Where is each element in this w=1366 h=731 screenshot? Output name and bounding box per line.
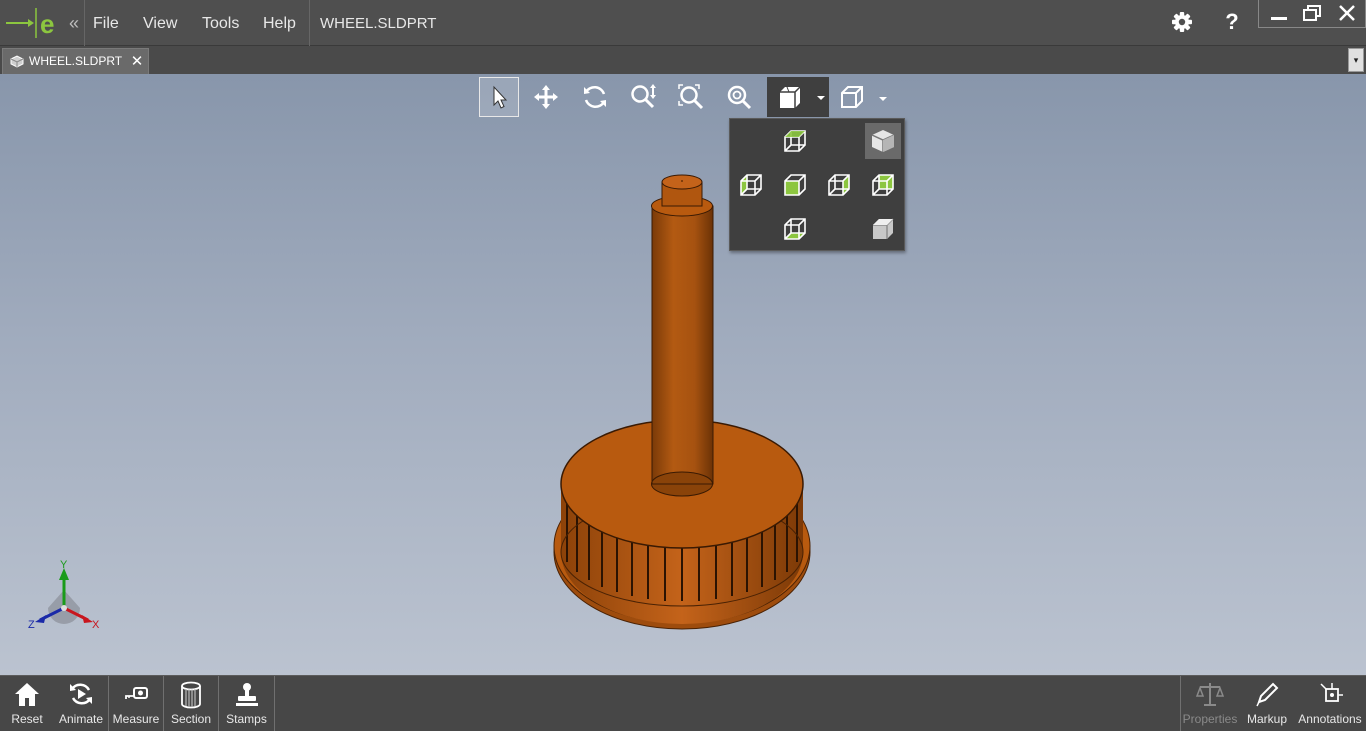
y-axis-label: Y	[60, 560, 68, 571]
edrawings-logo[interactable]: e	[4, 6, 60, 40]
properties-label: Properties	[1182, 712, 1238, 726]
zoom-icon[interactable]	[623, 77, 663, 117]
properties-icon	[1195, 683, 1225, 706]
measure-button[interactable]: Measure	[109, 676, 163, 731]
window-controls	[1258, 0, 1366, 28]
title-bar: e « File View Tools Help WHEEL.SLDPRT ?	[0, 0, 1366, 46]
wireframe-top-icon[interactable]	[777, 123, 813, 159]
graphics-viewport[interactable]: Y X Z	[0, 74, 1366, 675]
markup-button[interactable]: Markup	[1240, 676, 1294, 731]
svg-text:e: e	[40, 9, 54, 39]
chevron-down-icon	[817, 96, 825, 100]
rotate-icon[interactable]	[575, 77, 615, 117]
display-style-icon[interactable]	[767, 77, 829, 117]
shaded-edges-icon[interactable]	[865, 167, 901, 203]
reset-button[interactable]: Reset	[0, 676, 54, 731]
section-label: Section	[170, 712, 212, 726]
close-tab-icon[interactable]: ✕	[129, 52, 145, 70]
zoom-area-icon[interactable]	[671, 77, 711, 117]
document-title: WHEEL.SLDPRT	[320, 15, 437, 32]
close-icon[interactable]	[1332, 2, 1362, 26]
animate-button[interactable]: Animate	[54, 676, 108, 731]
x-axis-label: X	[92, 619, 100, 631]
pointer-icon[interactable]	[479, 77, 519, 117]
menu-help[interactable]: Help	[263, 14, 296, 34]
document-tab-bar: WHEEL.SLDPRT ✕ ▾	[0, 46, 1366, 74]
view-orientation-icon[interactable]	[832, 77, 892, 117]
annotations-icon	[1320, 683, 1343, 702]
chevron-down-icon	[879, 97, 887, 101]
collapse-menu-button[interactable]: «	[66, 12, 82, 34]
title-divider	[84, 0, 85, 46]
part-icon	[10, 55, 24, 68]
pan-icon[interactable]	[526, 77, 566, 117]
menu-tools[interactable]: Tools	[202, 14, 239, 34]
annotations-label: Annotations	[1298, 712, 1362, 726]
minimize-icon[interactable]	[1263, 2, 1293, 26]
gear-icon[interactable]	[1168, 8, 1196, 36]
menu-file[interactable]: File	[93, 14, 119, 34]
markup-label: Markup	[1246, 712, 1287, 726]
annotations-button[interactable]: Annotations	[1295, 676, 1365, 731]
markup-icon	[1256, 682, 1279, 707]
stamps-icon	[235, 683, 258, 706]
toolbar-separator	[274, 676, 275, 731]
shaded-gray-icon[interactable]	[865, 211, 901, 247]
animate-label: Animate	[58, 712, 104, 726]
zoom-fit-icon[interactable]	[719, 77, 759, 117]
reset-label: Reset	[11, 712, 43, 726]
bottom-toolbar: Reset Animate Measure Section Stamps Pro…	[0, 675, 1366, 731]
title-divider	[309, 0, 310, 46]
wheel-model[interactable]	[545, 174, 825, 634]
restore-icon[interactable]	[1297, 2, 1327, 26]
shaded-cube-icon[interactable]	[865, 123, 901, 159]
document-tab-label: WHEEL.SLDPRT	[29, 54, 123, 68]
stamps-label: Stamps	[226, 712, 267, 726]
help-icon[interactable]: ?	[1218, 8, 1246, 36]
section-button[interactable]: Section	[164, 676, 218, 731]
properties-button[interactable]: Properties	[1181, 676, 1239, 731]
wireframe-right-icon[interactable]	[821, 167, 857, 203]
section-icon	[181, 681, 201, 709]
axis-triad: Y X Z	[28, 560, 100, 631]
measure-icon	[125, 687, 148, 699]
z-axis-label: Z	[28, 619, 35, 631]
animate-icon	[70, 683, 92, 705]
tab-list-dropdown[interactable]: ▾	[1348, 48, 1364, 72]
document-tab[interactable]: WHEEL.SLDPRT ✕	[2, 48, 149, 74]
stamps-button[interactable]: Stamps	[219, 676, 274, 731]
measure-label: Measure	[112, 712, 160, 726]
home-icon	[15, 683, 39, 706]
menu-view[interactable]: View	[143, 14, 177, 34]
